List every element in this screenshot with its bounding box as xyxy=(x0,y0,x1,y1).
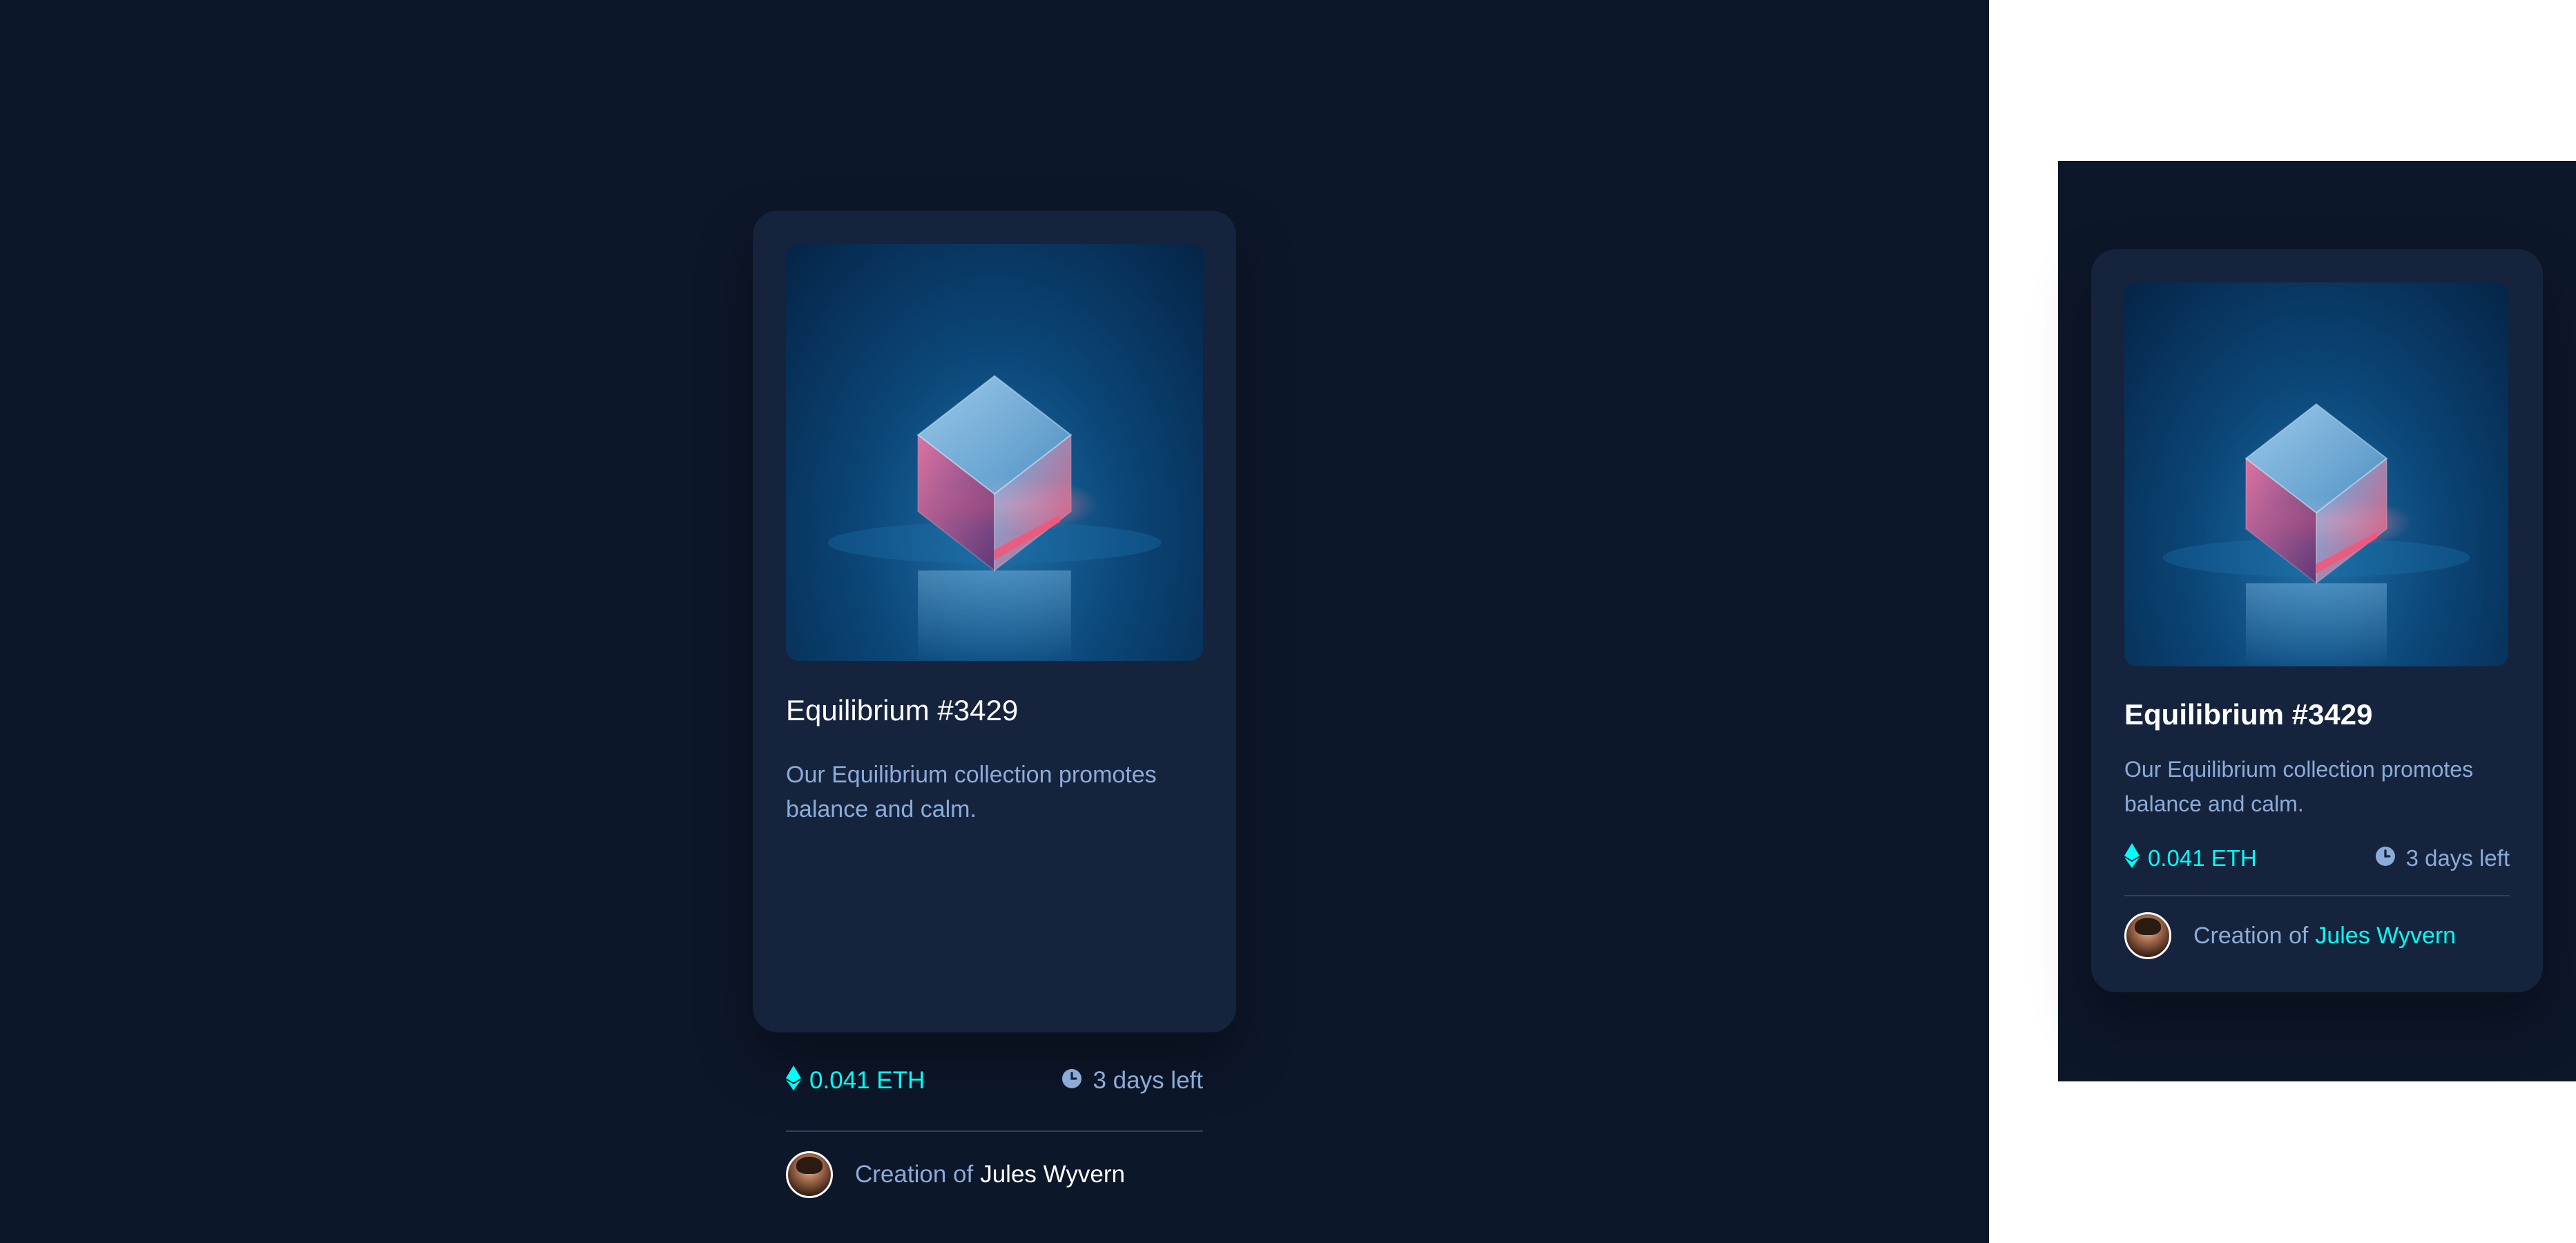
time-left-text: 3 days left xyxy=(2405,845,2510,871)
creator-name[interactable]: Jules Wyvern xyxy=(980,1161,1125,1188)
price: 0.041 ETH xyxy=(2124,843,2257,874)
preview-pane-left: Equilibrium #3429 Our Equilibrium collec… xyxy=(0,0,1989,1243)
creator: Creation of Jules Wyvern xyxy=(786,1151,1125,1198)
avatar xyxy=(2124,912,2171,959)
time-left: 3 days left xyxy=(1062,1066,1203,1096)
price: 0.041 ETH xyxy=(786,1065,925,1097)
price-value: 0.041 ETH xyxy=(2148,845,2257,871)
creator-prefix: Creation of xyxy=(2193,922,2309,949)
clock-icon xyxy=(2375,845,2395,871)
divider xyxy=(786,1130,1203,1132)
nft-card: Equilibrium #3429 Our Equilibrium collec… xyxy=(753,211,1236,1198)
page: Equilibrium #3429 Our Equilibrium collec… xyxy=(0,0,2576,1243)
ethereum-icon xyxy=(786,1065,801,1097)
card-title[interactable]: Equilibrium #3429 xyxy=(786,694,1018,727)
nft-image[interactable] xyxy=(2124,282,2508,666)
creator-prefix: Creation of xyxy=(855,1161,974,1188)
creator: Creation of Jules Wyvern xyxy=(2124,912,2456,959)
card-title[interactable]: Equilibrium #3429 xyxy=(2124,698,2372,731)
creator-name[interactable]: Jules Wyvern xyxy=(2315,923,2456,950)
price-value: 0.041 ETH xyxy=(809,1067,925,1094)
divider xyxy=(2124,895,2510,896)
cube-illustration xyxy=(827,374,1162,661)
cube-illustration xyxy=(2162,403,2470,666)
avatar xyxy=(786,1151,833,1198)
preview-pane-right: Equilibrium #3429 Our Equilibrium collec… xyxy=(2058,161,2576,1081)
card-description: Our Equilibrium collection promotes bala… xyxy=(2124,757,2474,816)
clock-icon xyxy=(1062,1067,1082,1095)
time-left-text: 3 days left xyxy=(1093,1067,1203,1094)
nft-card-active: Equilibrium #3429 Our Equilibrium collec… xyxy=(2091,249,2543,992)
ethereum-icon xyxy=(2124,843,2140,874)
nft-image[interactable] xyxy=(786,244,1203,661)
card-description: Our Equilibrium collection promotes bala… xyxy=(786,762,1157,822)
time-left: 3 days left xyxy=(2375,843,2510,874)
